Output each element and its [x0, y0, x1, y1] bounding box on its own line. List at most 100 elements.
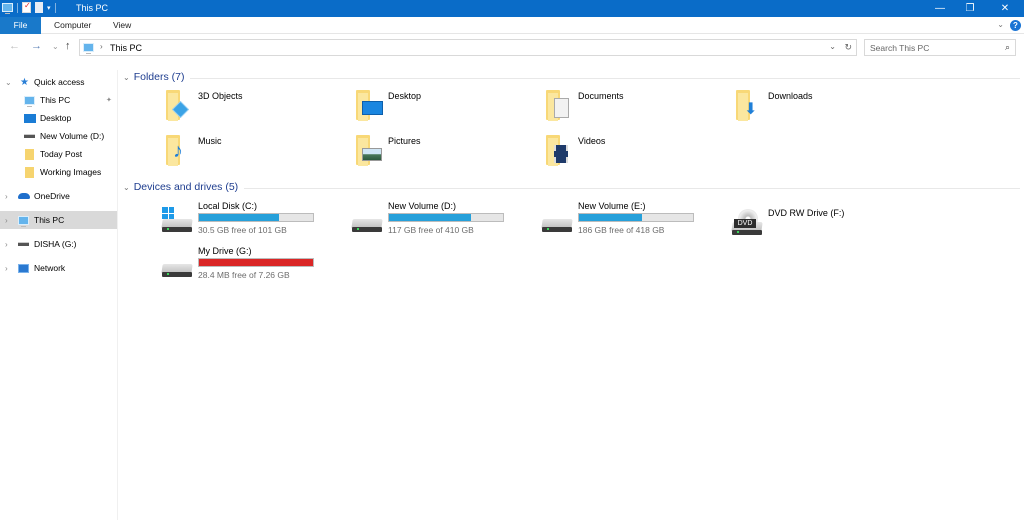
drive-name: Local Disk (C:) — [198, 201, 258, 211]
sidebar-item-label: OneDrive — [34, 191, 70, 201]
expand-ribbon-icon[interactable]: ⌄ — [997, 20, 1004, 29]
network-icon — [18, 263, 29, 273]
drive-d[interactable]: New Volume (D:) 117 GB free of 410 GB — [350, 201, 530, 241]
folder-3d-objects[interactable]: 3D Objects — [164, 88, 344, 128]
sidebar-item-desktop[interactable]: Desktop — [0, 109, 117, 127]
divider — [130, 78, 1020, 79]
drive-free-space: 186 GB free of 418 GB — [578, 225, 665, 235]
dvd-drive-icon: DVD — [730, 209, 764, 235]
drives-group-header[interactable]: ⌄ Devices and drives (5) — [120, 177, 1020, 195]
drive-icon — [24, 134, 35, 138]
folders-group-header[interactable]: ⌄ Folders (7) — [120, 67, 1020, 85]
sidebar-item-onedrive[interactable]: › OneDrive — [0, 187, 117, 205]
ribbon: File Computer View ⌄ ? — [0, 17, 1024, 34]
breadcrumb-separator[interactable]: › — [100, 42, 103, 51]
customize-toolbar-icon[interactable]: ▾ — [47, 4, 51, 12]
refresh-icon[interactable]: ↻ — [844, 42, 852, 53]
drive-name: New Volume (E:) — [578, 201, 646, 211]
navigation-pane: ⌄ ★ Quick access This PC ✦ Desktop New V… — [0, 70, 118, 520]
sidebar-item-today-post[interactable]: Today Post — [0, 145, 117, 163]
back-button[interactable]: ← — [9, 40, 20, 52]
expand-arrow-icon[interactable]: › — [5, 192, 8, 201]
breadcrumb-this-pc[interactable]: This PC — [110, 43, 142, 53]
desktop-icon — [24, 113, 36, 123]
expand-arrow-icon[interactable]: › — [5, 240, 8, 249]
sidebar-item-label: Quick access — [34, 77, 85, 87]
divider — [130, 188, 1020, 189]
sidebar-item-quick-access[interactable]: ⌄ ★ Quick access — [0, 73, 117, 91]
folder-label: Videos — [578, 136, 606, 146]
drive-usage-fill — [389, 214, 471, 221]
computer-icon — [24, 95, 35, 107]
sidebar-item-network[interactable]: › Network — [0, 259, 117, 277]
sidebar-item-label: Network — [34, 263, 66, 273]
sidebar-item-label: New Volume (D:) — [40, 131, 105, 141]
pictures-icon — [354, 133, 382, 167]
tab-file[interactable]: File — [0, 17, 41, 34]
sidebar-item-label: Today Post — [40, 149, 83, 159]
music-icon: ♪ — [164, 133, 192, 167]
sidebar-item-label: Desktop — [40, 113, 72, 123]
collapse-arrow-icon[interactable]: ⌄ — [5, 78, 12, 87]
up-button[interactable]: ↑ — [65, 40, 71, 52]
drive-g[interactable]: My Drive (G:) 28.4 MB free of 7.26 GB — [160, 246, 340, 286]
search-box[interactable]: ⌕ — [864, 39, 1016, 56]
computer-icon[interactable] — [2, 3, 13, 14]
close-button[interactable]: ✕ — [990, 0, 1020, 17]
windows-drive-icon — [160, 207, 194, 235]
folder-music[interactable]: ♪ Music — [164, 133, 344, 173]
drive-free-space: 28.4 MB free of 7.26 GB — [198, 270, 290, 280]
folder-videos[interactable]: Videos — [544, 133, 724, 173]
new-folder-icon[interactable] — [35, 2, 43, 13]
drive-free-space: 117 GB free of 410 GB — [388, 225, 474, 235]
search-icon[interactable]: ⌕ — [1005, 42, 1010, 53]
address-dropdown-icon[interactable]: ⌄ — [829, 42, 836, 51]
folder-pictures[interactable]: Pictures — [354, 133, 534, 173]
chevron-down-icon[interactable]: ⌄ — [123, 73, 130, 82]
sidebar-item-label: This PC — [34, 215, 65, 225]
tab-computer[interactable]: Computer — [44, 17, 101, 34]
dvd-label: DVD — [734, 219, 756, 228]
address-bar[interactable]: › This PC ⌄ ↻ — [79, 39, 857, 56]
folder-label: Music — [198, 136, 222, 146]
drive-usage-bar — [198, 258, 314, 267]
drive-c[interactable]: Local Disk (C:) 30.5 GB free of 101 GB — [160, 201, 340, 241]
cloud-icon — [18, 193, 30, 199]
chevron-down-icon[interactable]: ⌄ — [123, 183, 130, 192]
expand-arrow-icon[interactable]: › — [5, 264, 8, 273]
search-input[interactable] — [865, 40, 995, 55]
help-icon[interactable]: ? — [1010, 20, 1021, 31]
expand-arrow-icon[interactable]: › — [5, 216, 8, 225]
folder-label: Desktop — [388, 91, 422, 101]
group-title: Devices and drives (5) — [133, 181, 239, 193]
sidebar-item-label: DISHA (G:) — [34, 239, 77, 249]
drive-name: DVD RW Drive (F:) — [768, 208, 845, 218]
sidebar-item-this-pc[interactable]: › This PC — [0, 211, 117, 229]
drive-usage-bar — [578, 213, 694, 222]
folder-downloads[interactable]: ⬇ Downloads — [734, 88, 914, 128]
pin-icon[interactable]: ✦ — [106, 96, 112, 104]
sidebar-item-new-volume-d[interactable]: New Volume (D:) — [0, 127, 117, 145]
folder-desktop[interactable]: Desktop — [354, 88, 534, 128]
recent-locations-button[interactable]: ⌄ — [52, 42, 59, 51]
drive-f-dvd[interactable]: DVD DVD RW Drive (F:) — [730, 201, 910, 241]
folder-documents[interactable]: Documents — [544, 88, 724, 128]
drive-usage-fill — [199, 259, 313, 266]
drive-usage-fill — [199, 214, 279, 221]
minimize-button[interactable]: — — [925, 0, 955, 17]
divider — [54, 2, 56, 13]
restore-button[interactable]: ❐ — [955, 0, 985, 17]
sidebar-item-label: Working Images — [40, 167, 102, 177]
drive-free-space: 30.5 GB free of 101 GB — [198, 225, 287, 235]
properties-icon[interactable] — [22, 1, 31, 13]
title-bar: ▾ This PC — ❐ ✕ — [0, 0, 1024, 17]
folder-label: Documents — [578, 91, 624, 101]
sidebar-item-working-images[interactable]: Working Images — [0, 163, 117, 181]
tab-view[interactable]: View — [103, 17, 141, 34]
forward-button[interactable]: → — [31, 40, 42, 52]
sidebar-item-disha-g[interactable]: › DISHA (G:) — [0, 235, 117, 253]
documents-icon — [544, 88, 572, 122]
folder-label: 3D Objects — [198, 91, 243, 101]
sidebar-item-this-pc-pinned[interactable]: This PC ✦ — [0, 91, 117, 109]
drive-e[interactable]: New Volume (E:) 186 GB free of 418 GB — [540, 201, 720, 241]
